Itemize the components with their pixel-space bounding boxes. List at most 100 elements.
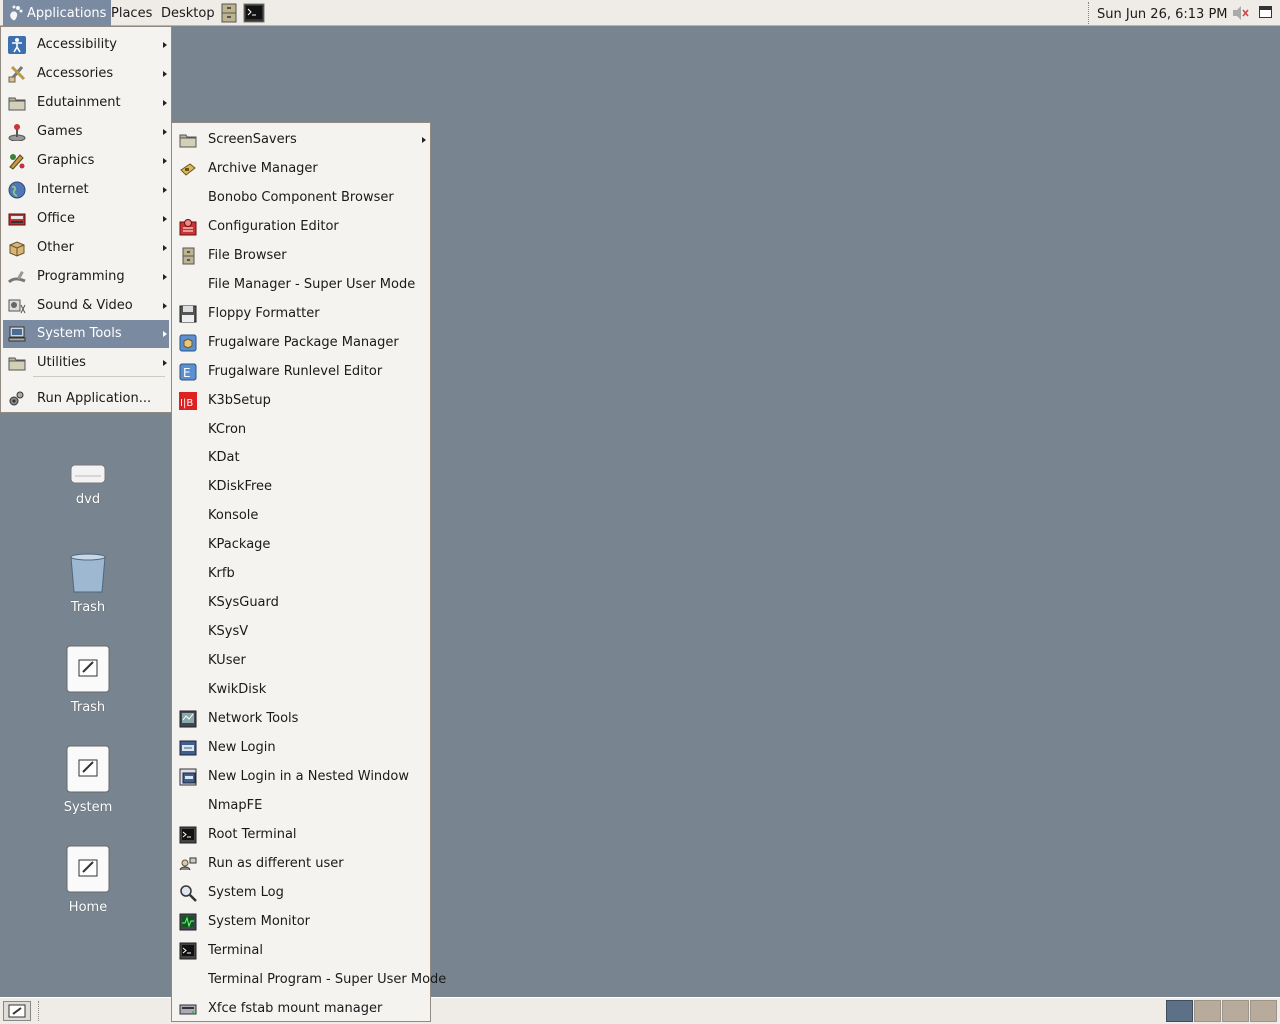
workspace-4[interactable] [1250,1000,1277,1022]
submenu-item-xfce-fstab-mount-manager[interactable]: Xfce fstab mount manager [174,995,428,1023]
menu-item-label: Run Application... [37,391,152,406]
runlevel-icon: E [179,363,197,381]
menu-item-label: Edutainment [37,95,121,110]
applications-menu-button[interactable]: Applications [3,0,112,26]
submenu-item-krfb[interactable]: Krfb [174,560,428,588]
submenu-item-archive-manager[interactable]: Archive Manager [174,155,428,183]
run-as-icon [179,857,197,870]
menu-item-label: System Log [208,884,284,900]
submenu-item-terminal-program-super-user-mode[interactable]: Terminal Program - Super User Mode [174,966,446,994]
places-menu-button[interactable]: Places [106,0,157,26]
menu-item-label: Other [37,240,74,255]
submenu-item-configuration-editor[interactable]: Configuration Editor [174,213,428,241]
submenu-item-root-terminal[interactable]: Root Terminal [174,821,428,849]
submenu-item-kpackage[interactable]: KPackage [174,531,428,559]
menu-item-edutainment[interactable]: Edutainment [3,89,169,117]
menu-item-label: KDat [208,450,240,466]
menu-item-accessibility[interactable]: Accessibility [3,31,169,59]
menu-item-office[interactable]: Office [3,205,169,233]
menu-item-label: KDiskFree [208,479,273,495]
submenu-item-terminal[interactable]: Terminal [174,937,428,965]
menu-item-label: Frugalware Package Manager [208,334,399,350]
submenu-item-file-browser[interactable]: File Browser [174,242,428,270]
window-icon[interactable] [1259,6,1272,18]
desktop-menu-button[interactable]: Desktop [156,0,220,26]
desktop-icon-trash[interactable]: Trash [40,552,136,615]
show-desktop-button[interactable] [3,1001,31,1021]
desktop-icon-dvd[interactable]: dvd [40,460,136,507]
menu-item-accessories[interactable]: Accessories [3,60,169,88]
menu-item-label: Games [37,124,83,139]
submenu-item-run-as-different-user[interactable]: Run as different user [174,850,428,878]
terminal-launcher-icon[interactable] [243,3,265,23]
submenu-arrow-icon [422,137,426,143]
submenu-item-new-login[interactable]: New Login [174,734,428,762]
volume-muted-icon[interactable] [1231,5,1249,21]
submenu-item-nmapfe[interactable]: NmapFE [174,792,428,820]
svg-text:E: E [183,366,191,380]
submenu-arrow-icon [163,274,167,280]
menu-item-internet[interactable]: Internet [3,176,169,204]
submenu-item-kdiskfree[interactable]: KDiskFree [174,473,428,501]
submenu-item-bonobo-component-browser[interactable]: Bonobo Component Browser [174,184,428,212]
desktop-icon-home[interactable]: Home [40,844,136,915]
file-cabinet-icon[interactable] [220,3,238,23]
submenu-item-kdat[interactable]: KDat [174,444,428,472]
submenu-item-frugalware-runlevel-editor[interactable]: E Frugalware Runlevel Editor [174,358,428,386]
submenu-item-file-manager-super-user-mode[interactable]: File Manager - Super User Mode [174,271,428,299]
submenu-item-frugalware-package-manager[interactable]: Frugalware Package Manager [174,329,428,357]
submenu-item-konsole[interactable]: Konsole [174,502,428,530]
office-icon [8,213,26,226]
menu-item-programming[interactable]: Programming [3,263,169,291]
menu-item-games[interactable]: Games [3,118,169,146]
submenu-item-system-monitor[interactable]: System Monitor [174,908,428,936]
graphics-icon [9,154,25,170]
submenu-item-kcron[interactable]: KCron [174,416,428,444]
floppy-icon [179,305,197,323]
clock[interactable]: Sun Jun 26, 6:13 PM [1097,0,1228,30]
workspace-1[interactable] [1166,1000,1193,1022]
menu-item-utilities[interactable]: Utilities [3,349,169,377]
run-application-item[interactable]: Run Application... [3,385,169,413]
submenu-item-ksysguard[interactable]: KSysGuard [174,589,428,617]
menu-item-graphics[interactable]: Graphics [3,147,169,175]
places-label: Places [111,6,153,21]
menu-item-sound-video[interactable]: Sound & Video [3,292,169,320]
menu-item-system-tools[interactable]: System Tools [3,320,169,348]
panel-separator [38,1001,42,1021]
submenu-item-kwikdisk[interactable]: KwikDisk [174,676,428,704]
menu-item-other[interactable]: Other [3,234,169,262]
submenu-item-screensavers[interactable]: ScreenSavers [174,126,428,154]
menu-item-label: Terminal [208,942,263,958]
desktop-icon-system[interactable]: System [40,744,136,815]
monitor-icon [179,913,197,931]
computer-icon [8,326,26,342]
menu-item-label: ScreenSavers [208,132,297,147]
folder-icon [179,134,197,148]
submenu-item-network-tools[interactable]: Network Tools [174,705,428,733]
desktop-icon-label: dvd [75,492,101,507]
desktop-icon-trash-2[interactable]: Trash [40,644,136,715]
panel-separator [1088,2,1092,24]
menu-item-label: System Tools [37,326,122,341]
system-tools-submenu: ScreenSavers Archive Manager Bonobo Compon… [171,122,446,1023]
submenu-item-new-login-in-a-nested-window[interactable]: New Login in a Nested Window [174,763,428,791]
submenu-arrow-icon [163,216,167,222]
submenu-item-ksysv[interactable]: KSysV [174,618,428,646]
workspace-3[interactable] [1222,1000,1249,1022]
submenu-item-system-log[interactable]: System Log [174,879,428,907]
menu-item-label: Graphics [37,153,95,168]
workspace-2[interactable] [1194,1000,1221,1022]
menu-item-label: Accessibility [37,37,117,52]
accessibility-icon [8,36,26,54]
submenu-item-k3bsetup[interactable]: I|B K3bSetup [174,387,428,415]
submenu-arrow-icon [163,187,167,193]
submenu-item-floppy-formatter[interactable]: Floppy Formatter [174,300,428,328]
submenu-item-kuser[interactable]: KUser [174,647,428,675]
menu-item-label: KSysV [208,624,249,640]
archive-icon [180,163,196,176]
applications-label: Applications [27,6,107,21]
menu-item-label: NmapFE [208,797,263,813]
menu-item-label: System Monitor [208,913,311,929]
svg-text:I|B: I|B [180,398,193,409]
